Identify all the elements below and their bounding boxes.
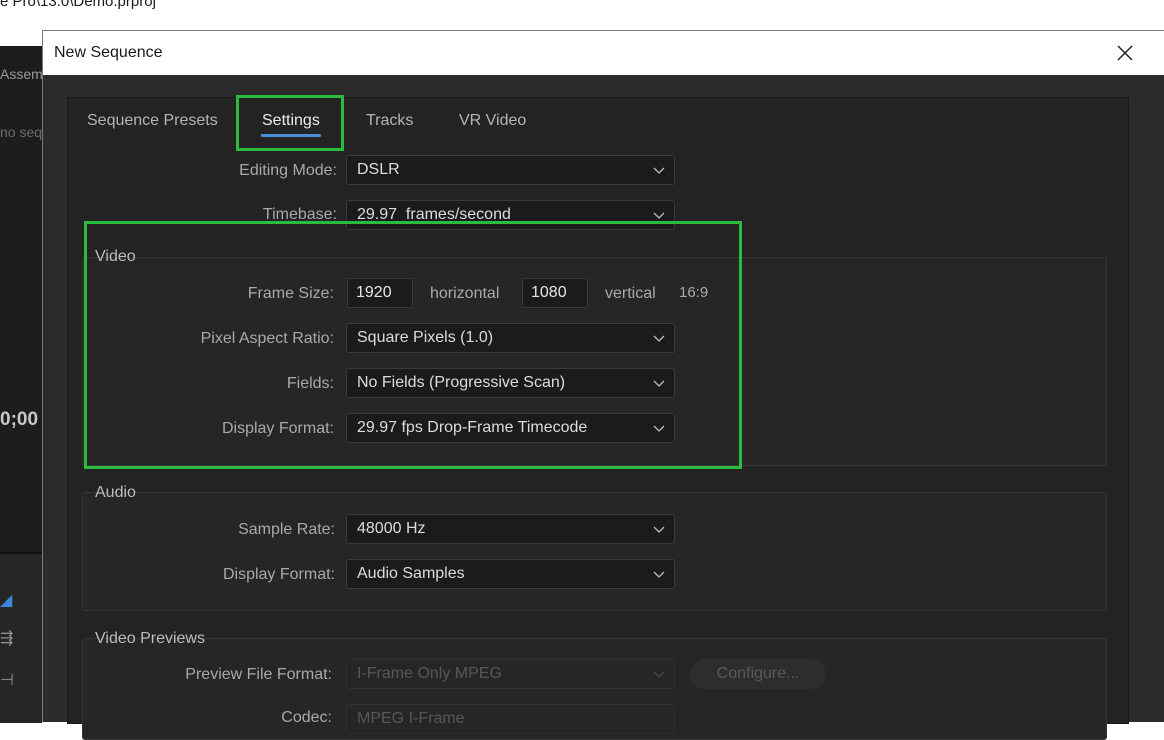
- assembly-tab[interactable]: Assem: [0, 66, 43, 82]
- no-sequence-text: no seq: [0, 124, 43, 140]
- frame-size-label: Frame Size:: [247, 285, 334, 302]
- tab-sequence-presets[interactable]: Sequence Presets: [87, 112, 218, 130]
- project-panel: Assem no seq 0;00 ◢ ⇶ ⊣: [0, 46, 43, 723]
- timebase-dropdown[interactable]: 29.97 frames/second: [346, 200, 675, 230]
- aspect-ratio-text: 16:9: [679, 284, 709, 301]
- editing-mode-value: DSLR: [357, 161, 400, 178]
- tab-settings[interactable]: Settings: [262, 112, 320, 130]
- dialog-title-bar: New Sequence: [43, 31, 1164, 75]
- active-tab-indicator: [261, 134, 321, 137]
- chevron-down-icon: [653, 380, 665, 387]
- vertical-label: vertical: [605, 285, 656, 302]
- video-previews-section-title: Video Previews: [95, 630, 205, 647]
- video-display-format-value: 29.97 fps Drop-Frame Timecode: [357, 419, 588, 436]
- tab-tracks[interactable]: Tracks: [366, 112, 413, 130]
- preview-file-format-value: I-Frame Only MPEG: [357, 665, 502, 682]
- timecode-display: 0;00: [0, 409, 39, 430]
- sample-rate-value: 48000 Hz: [357, 520, 426, 537]
- chevron-down-icon: [653, 167, 665, 174]
- preview-file-format-label: Preview File Format:: [185, 666, 332, 683]
- audio-display-format-label: Display Format:: [222, 566, 335, 583]
- timebase-value: 29.97 frames/second: [357, 206, 511, 223]
- chevron-down-icon: [653, 425, 665, 432]
- close-button[interactable]: [1103, 31, 1147, 75]
- horizontal-label: horizontal: [430, 285, 500, 302]
- editing-mode-label: Editing Mode:: [239, 162, 337, 179]
- new-sequence-dialog: New Sequence Sequence Presets Settings T…: [42, 30, 1164, 740]
- chevron-down-icon: [653, 671, 665, 678]
- audio-display-format-value: Audio Samples: [357, 565, 465, 582]
- video-section-title: Video: [95, 248, 136, 265]
- pixel-aspect-ratio-value: Square Pixels (1.0): [357, 329, 494, 346]
- fields-label: Fields:: [286, 375, 334, 392]
- codec-label: Codec:: [281, 709, 332, 726]
- sample-rate-dropdown[interactable]: 48000 Hz: [346, 514, 675, 544]
- chevron-down-icon: [653, 335, 665, 342]
- ripple-edit-tool-icon[interactable]: ⊣: [0, 670, 14, 690]
- codec-dropdown[interactable]: MPEG I-Frame: [346, 704, 675, 734]
- dialog-title: New Sequence: [54, 44, 163, 61]
- video-display-format-label: Display Format:: [221, 420, 334, 437]
- sample-rate-label: Sample Rate:: [238, 521, 335, 538]
- chevron-down-icon: [653, 526, 665, 533]
- preview-file-format-dropdown[interactable]: I-Frame Only MPEG: [346, 659, 675, 689]
- app-window-title: e Pro\13.0\Demo.prproj: [0, 0, 156, 10]
- selection-tool-icon[interactable]: ◢: [0, 590, 12, 610]
- timebase-label: Timebase:: [262, 206, 337, 223]
- track-select-tool-icon[interactable]: ⇶: [0, 628, 13, 648]
- tab-vr-video[interactable]: VR Video: [459, 112, 526, 130]
- chevron-down-icon: [653, 571, 665, 578]
- tools-panel: ◢ ⇶ ⊣: [0, 552, 42, 723]
- frame-height-input[interactable]: 1080: [522, 278, 588, 308]
- fields-dropdown[interactable]: No Fields (Progressive Scan): [346, 368, 675, 398]
- frame-width-input[interactable]: 1920: [347, 278, 413, 308]
- pixel-aspect-ratio-dropdown[interactable]: Square Pixels (1.0): [346, 323, 675, 353]
- configure-button[interactable]: Configure...: [690, 659, 826, 689]
- audio-section: [82, 492, 1107, 611]
- fields-value: No Fields (Progressive Scan): [357, 374, 566, 391]
- video-display-format-dropdown[interactable]: 29.97 fps Drop-Frame Timecode: [346, 413, 675, 443]
- audio-display-format-dropdown[interactable]: Audio Samples: [346, 559, 675, 589]
- chevron-down-icon: [653, 212, 665, 219]
- audio-section-title: Audio: [95, 484, 136, 501]
- pixel-aspect-ratio-label: Pixel Aspect Ratio:: [200, 330, 334, 347]
- editing-mode-dropdown[interactable]: DSLR: [346, 155, 675, 185]
- close-icon: [1117, 45, 1133, 61]
- codec-value: MPEG I-Frame: [357, 710, 465, 727]
